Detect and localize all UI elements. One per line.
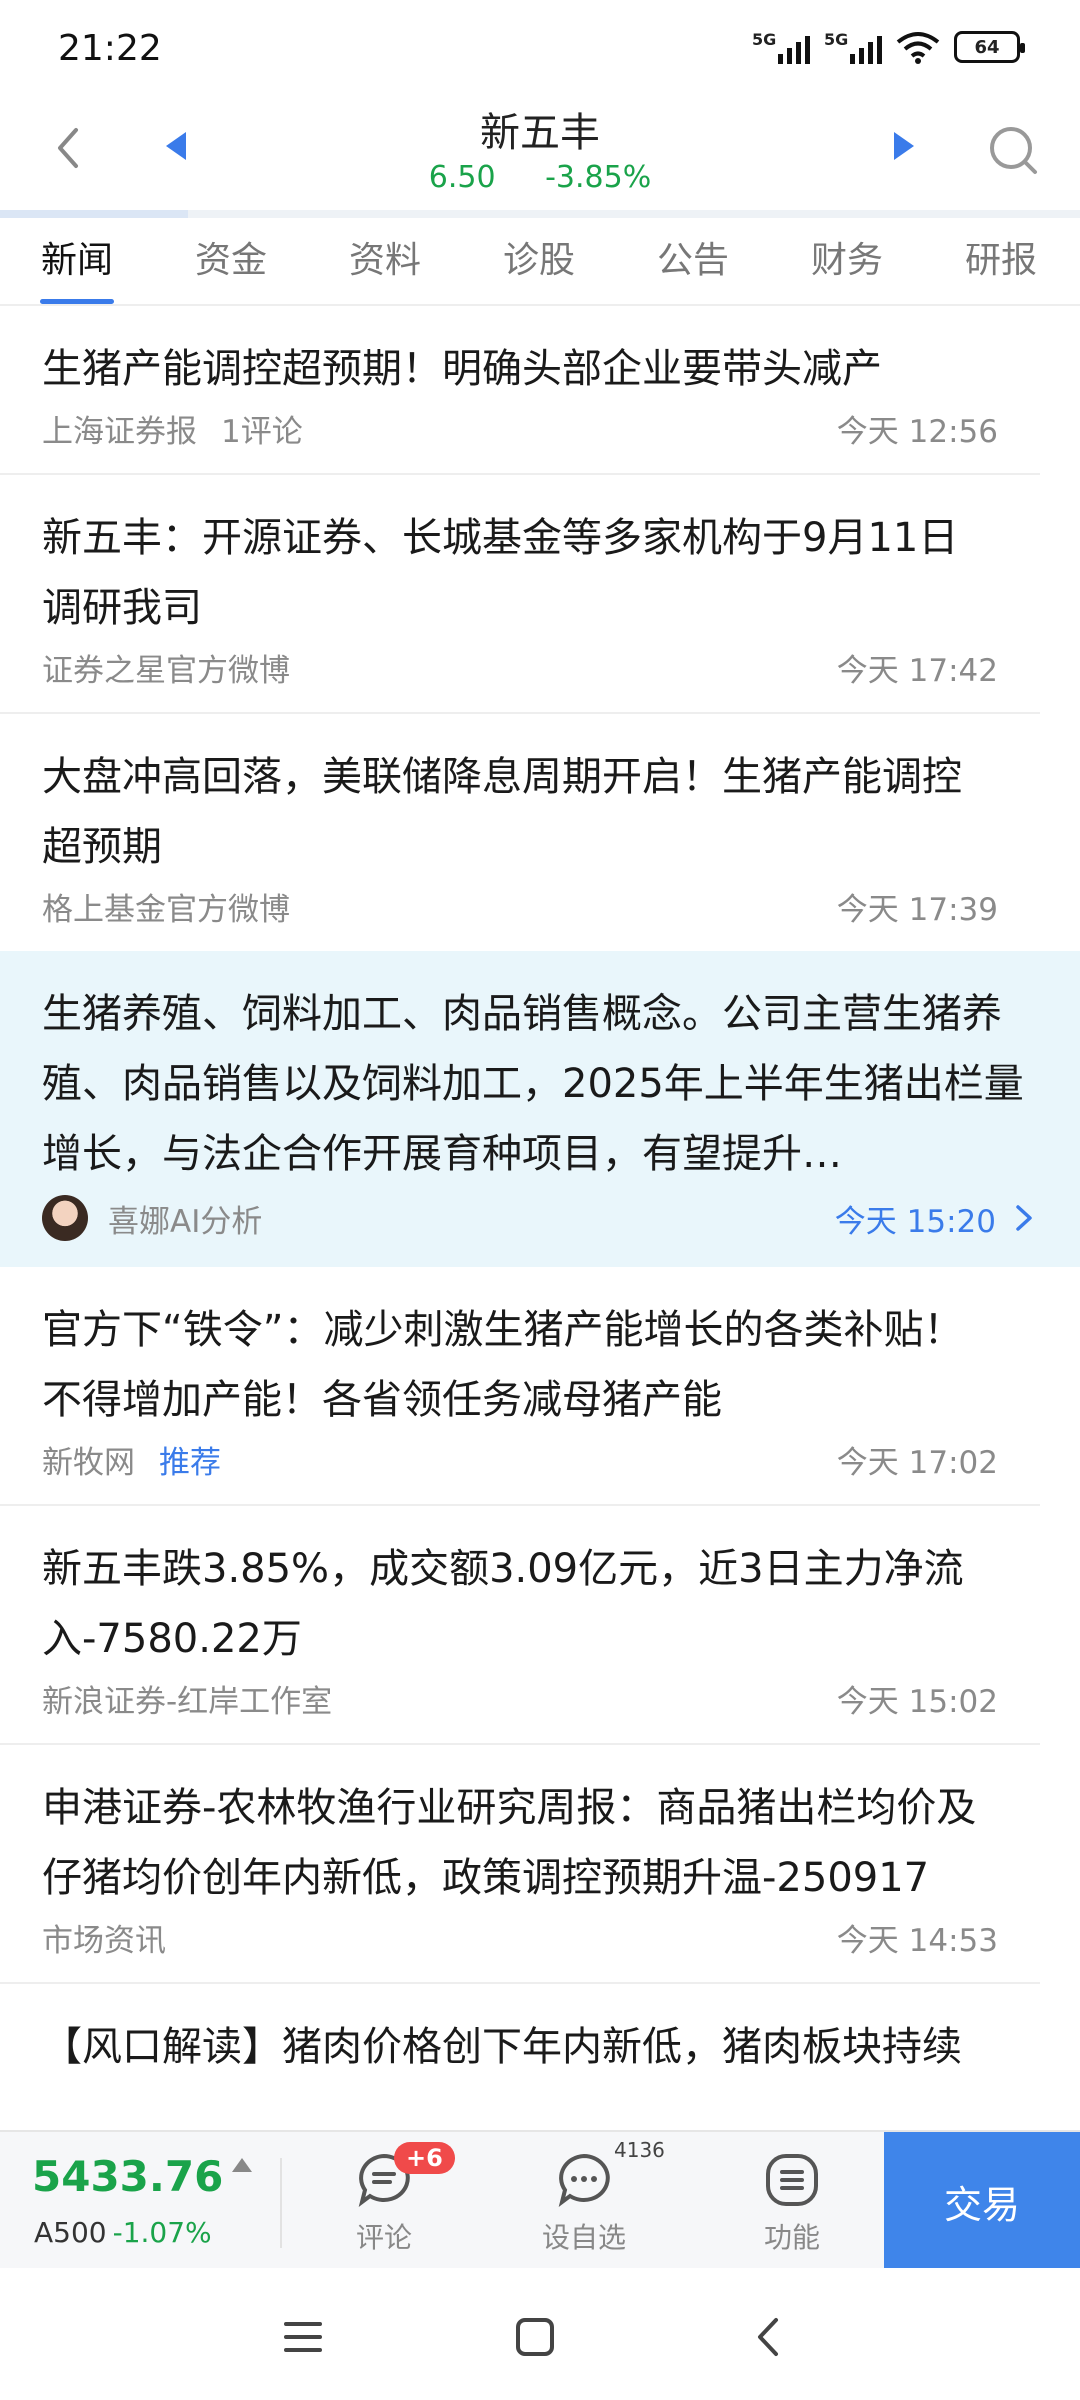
news-item[interactable]: 申港证券-农林牧渔行业研究周报：商品猪出栏均价及仔猪均价创年内新低，政策调控预期… (0, 1745, 1040, 1984)
news-time: 今天 14:53 (836, 1923, 998, 1959)
news-meta: 上海证券报 1评论 今天 12:56 (42, 406, 998, 451)
tab-research[interactable]: 研报 (924, 218, 1078, 304)
index-name: A500 (34, 2216, 107, 2249)
watchlist-icon (558, 2153, 610, 2207)
news-source: 证券之星官方微博 (42, 653, 290, 689)
news-source: 新牧网 (42, 1445, 135, 1481)
stock-header: 新五丰 6.50 -3.85% (0, 100, 1080, 210)
index-label: A500 -1.07% (34, 2216, 212, 2249)
divider (280, 2158, 282, 2248)
network-type-label-2: 5G (824, 30, 849, 49)
news-item[interactable]: 【风口解读】猪肉价格创下年内新低，猪肉板块持续 (0, 1984, 1040, 2084)
news-headline: 申港证券-农林牧渔行业研究周报：商品猪出栏均价及仔猪均价创年内新低，政策调控预期… (42, 1785, 977, 1901)
status-icons: 5G 5G 64 (752, 30, 1025, 64)
tab-announcements[interactable]: 公告 (616, 218, 770, 304)
stock-price: 6.50 (428, 160, 496, 195)
ai-analysis-meta: 喜娜AI分析 今天 15:20 (42, 1195, 1038, 1241)
news-time: 今天 17:02 (836, 1445, 998, 1481)
battery-icon: 64 (954, 31, 1025, 63)
news-time: 今天 12:56 (836, 414, 998, 450)
news-item[interactable]: 官方下“铁令”：减少刺激生猪产能增长的各类补贴！不得增加产能！各省领任务减母猪产… (0, 1267, 1040, 1506)
news-time: 今天 17:42 (836, 653, 998, 689)
news-item[interactable]: 生猪产能调控超预期！明确头部企业要带头减产 上海证券报 1评论 今天 12:56 (0, 306, 1040, 475)
trade-button[interactable]: 交易 (884, 2132, 1080, 2270)
menu-icon (766, 2154, 818, 2206)
news-headline: 新五丰：开源证券、长城基金等多家机构于9月11日调研我司 (42, 515, 959, 631)
recent-apps-icon[interactable] (278, 2312, 328, 2362)
tab-funds[interactable]: 资金 (154, 218, 308, 304)
bottom-action-bar: 5433.76 A500 -1.07% +6 评论 4136 设自选 功能 交易 (0, 2130, 1080, 2270)
comment-badge: +6 (394, 2142, 455, 2174)
news-comment-count: 1评论 (221, 414, 303, 450)
system-nav-bar (0, 2268, 1080, 2400)
function-label: 功能 (763, 2221, 820, 2254)
watch-count: 4136 (614, 2138, 665, 2162)
news-list: 生猪产能调控超预期！明确头部企业要带头减产 上海证券报 1评论 今天 12:56 … (0, 306, 1080, 2084)
ai-analysis-text: 生猪养殖、饲料加工、肉品销售概念。公司主营生猪养殖、肉品销售以及饲料加工，202… (42, 991, 1024, 1177)
news-headline: 官方下“铁令”：减少刺激生猪产能增长的各类补贴！不得增加产能！各省领任务减母猪产… (42, 1307, 964, 1423)
avatar (42, 1195, 88, 1241)
comment-label: 评论 (355, 2221, 412, 2254)
news-headline: 生猪产能调控超预期！明确头部企业要带头减产 (42, 346, 882, 392)
cell-signal-icon: 5G (752, 30, 810, 64)
cell-signal-icon-2: 5G (824, 30, 882, 64)
tab-diagnosis[interactable]: 诊股 (462, 218, 616, 304)
tab-news[interactable]: 新闻 (0, 218, 154, 304)
home-icon[interactable] (510, 2312, 560, 2362)
news-time: 今天 17:39 (836, 892, 998, 928)
news-meta: 市场资讯 今天 14:53 (42, 1915, 998, 1960)
ai-time: 今天 15:20 (834, 1203, 996, 1240)
news-meta: 格上基金官方微博 今天 17:39 (42, 884, 998, 929)
news-item[interactable]: 新五丰跌3.85%，成交额3.09亿元，近3日主力净流入-7580.22万 新浪… (0, 1506, 1040, 1745)
news-headline: 新五丰跌3.85%，成交额3.09亿元，近3日主力净流入-7580.22万 (42, 1546, 964, 1662)
next-stock-icon[interactable] (882, 126, 922, 166)
news-headline: 大盘冲高回落，美联储降息周期开启！生猪产能调控超预期 (42, 754, 962, 870)
tab-bar: 新闻 资金 资料 诊股 公告 财务 研报 (0, 218, 1080, 306)
news-item[interactable]: 新五丰：开源证券、长城基金等多家机构于9月11日调研我司 证券之星官方微博 今天… (0, 475, 1040, 714)
news-source: 上海证券报 (42, 414, 197, 450)
tab-financials[interactable]: 财务 (770, 218, 924, 304)
header-progress-strip (0, 210, 1080, 218)
back-chevron-icon[interactable] (40, 118, 100, 178)
comment-button[interactable]: +6 评论 (314, 2142, 455, 2262)
index-expand-icon[interactable] (232, 2158, 252, 2172)
status-time: 21:22 (58, 28, 162, 69)
news-time: 今天 15:02 (836, 1684, 998, 1720)
back-icon[interactable] (744, 2312, 794, 2362)
index-change: -1.07% (112, 2216, 212, 2249)
news-source: 新浪证券-红岸工作室 (42, 1684, 333, 1720)
prev-stock-icon[interactable] (158, 126, 198, 166)
ai-analysis-card[interactable]: 生猪养殖、饲料加工、肉品销售概念。公司主营生猪养殖、肉品销售以及饲料加工，202… (0, 951, 1080, 1267)
stock-change: -3.85% (545, 160, 652, 195)
search-icon[interactable] (985, 122, 1041, 178)
news-headline: 【风口解读】猪肉价格创下年内新低，猪肉板块持续 (42, 2024, 962, 2070)
add-watchlist-button[interactable]: 4136 设自选 (514, 2138, 665, 2262)
news-source: 格上基金官方微博 (42, 892, 290, 928)
news-item[interactable]: 大盘冲高回落，美联储降息周期开启！生猪产能调控超预期 格上基金官方微博 今天 1… (0, 714, 1040, 951)
news-meta: 新牧网 推荐 今天 17:02 (42, 1437, 998, 1482)
index-value[interactable]: 5433.76 (32, 2152, 223, 2201)
ai-source: 喜娜AI分析 (108, 1203, 263, 1240)
battery-level: 64 (974, 36, 1000, 58)
news-source: 市场资讯 (42, 1923, 166, 1959)
news-meta: 新浪证券-红岸工作室 今天 15:02 (42, 1676, 998, 1721)
news-meta: 证券之星官方微博 今天 17:42 (42, 645, 998, 690)
watch-label: 设自选 (541, 2221, 626, 2254)
recommend-tag: 推荐 (159, 1445, 221, 1481)
function-button[interactable]: 功能 (722, 2142, 862, 2262)
wifi-icon (896, 32, 940, 64)
chevron-right-icon (1016, 1205, 1032, 1231)
tab-profile[interactable]: 资料 (308, 218, 462, 304)
status-bar: 21:22 5G 5G 64 (0, 0, 1080, 100)
network-type-label: 5G (752, 30, 777, 49)
